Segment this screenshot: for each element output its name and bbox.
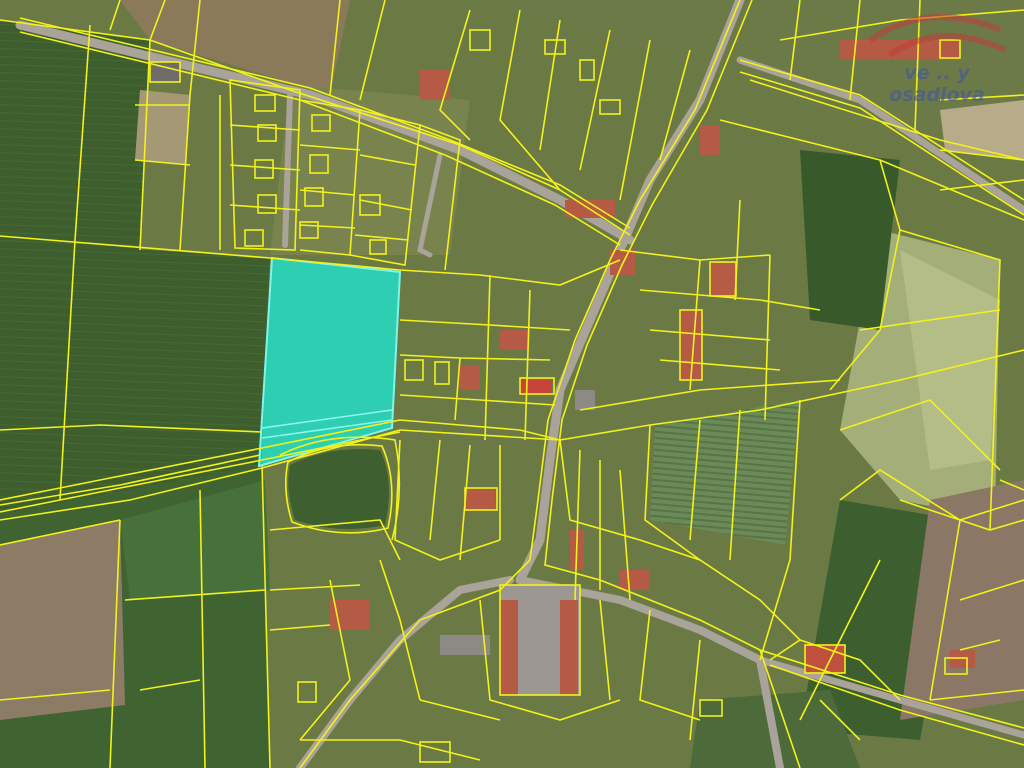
cadastral-map[interactable]: ve .. y osadlova bbox=[0, 0, 1024, 768]
map-canvas[interactable] bbox=[0, 0, 1024, 768]
